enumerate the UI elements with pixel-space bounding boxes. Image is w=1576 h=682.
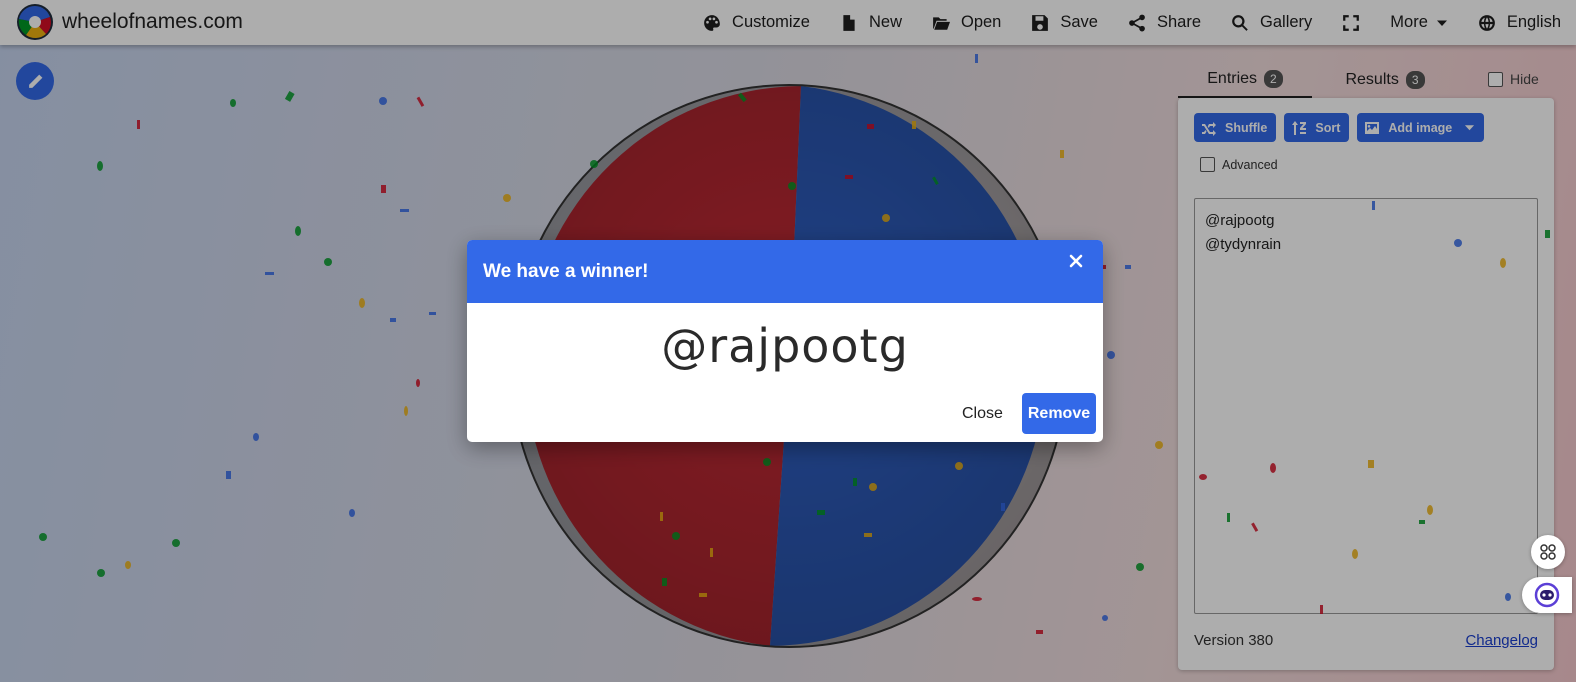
close-icon (1069, 254, 1083, 268)
remove-button[interactable]: Remove (1022, 393, 1096, 434)
winner-dialog: We have a winner! @rajpootg Close Remove (467, 240, 1103, 442)
robot-face-icon (1534, 582, 1560, 608)
winner-name: @rajpootg (661, 319, 909, 373)
close-button[interactable]: Close (951, 393, 1014, 434)
dialog-title: We have a winner! (483, 260, 649, 282)
apps-widget-button[interactable] (1531, 535, 1565, 569)
dialog-header: We have a winner! (467, 240, 1103, 303)
dialog-close-button[interactable] (1069, 254, 1089, 274)
assistant-widget-button[interactable] (1522, 577, 1572, 613)
grid-icon (1540, 544, 1556, 560)
